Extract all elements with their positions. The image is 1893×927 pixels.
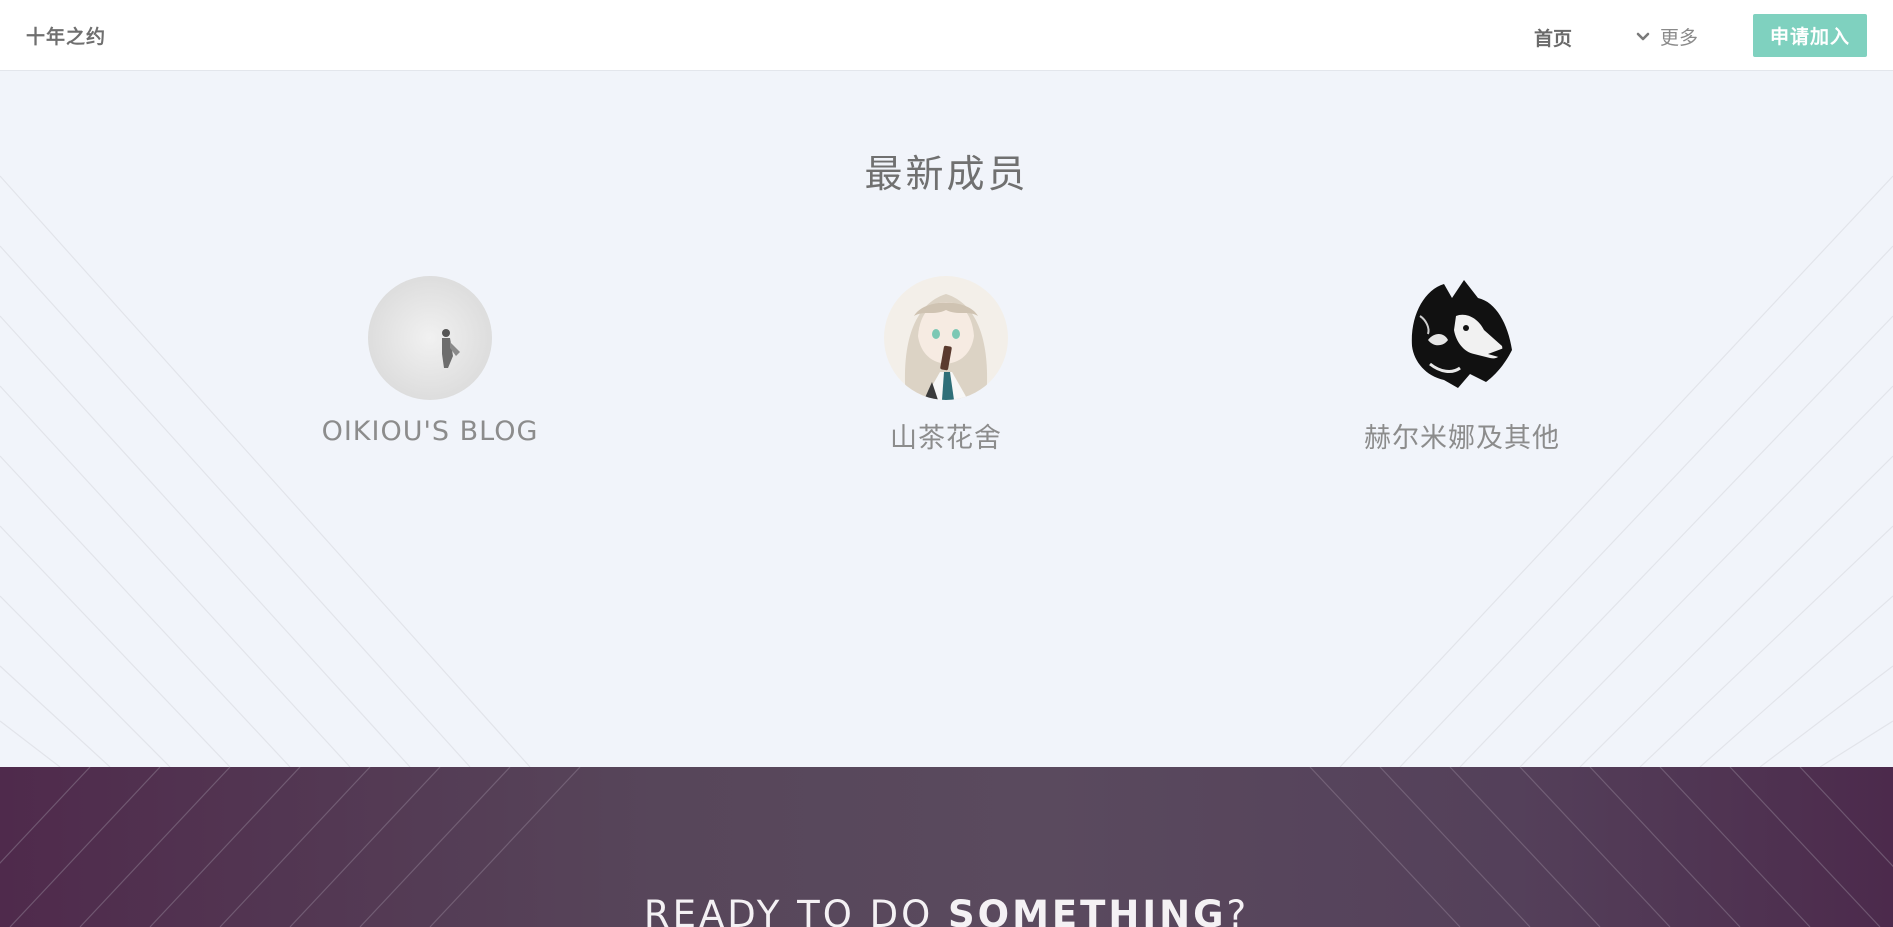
- member-name: 赫尔米娜及其他: [1364, 423, 1560, 454]
- member-name: 山茶花舍: [890, 423, 1002, 454]
- apply-join-button[interactable]: 申请加入: [1753, 14, 1867, 57]
- anime-girl-avatar[interactable]: [884, 276, 1008, 400]
- section-title: 最新成员: [864, 152, 1029, 196]
- latest-members-section: 最新成员 OIKIOU'S BLOG 山茶花舍 赫尔米娜及其他: [0, 71, 1893, 767]
- wolf-avatar[interactable]: [1400, 276, 1524, 400]
- cta-text-emphasis: SOMETHING: [947, 893, 1227, 927]
- member-card-oikiou[interactable]: OIKIOU'S BLOG: [250, 276, 610, 447]
- member-card-shanchahuashe[interactable]: 山茶花舍: [766, 276, 1126, 455]
- chevron-down-icon: [1636, 32, 1650, 42]
- nav-home-link[interactable]: 首页: [1534, 24, 1572, 51]
- cta-heading: READY TO DO SOMETHING?: [0, 893, 1893, 927]
- misty-figure-avatar[interactable]: [368, 276, 492, 400]
- site-brand-link[interactable]: 十年之约: [26, 22, 106, 49]
- top-navigation-bar: 十年之约 首页 更多 申请加入: [0, 0, 1893, 71]
- call-to-action-section: READY TO DO SOMETHING?: [0, 767, 1893, 927]
- nav-more-dropdown[interactable]: 更多: [1636, 23, 1698, 50]
- member-name: OIKIOU'S BLOG: [321, 416, 539, 447]
- cta-text-start: READY TO DO: [643, 893, 948, 927]
- cta-text-end: ?: [1226, 893, 1250, 927]
- member-card-hermina[interactable]: 赫尔米娜及其他: [1282, 276, 1642, 455]
- nav-more-label: 更多: [1660, 27, 1699, 49]
